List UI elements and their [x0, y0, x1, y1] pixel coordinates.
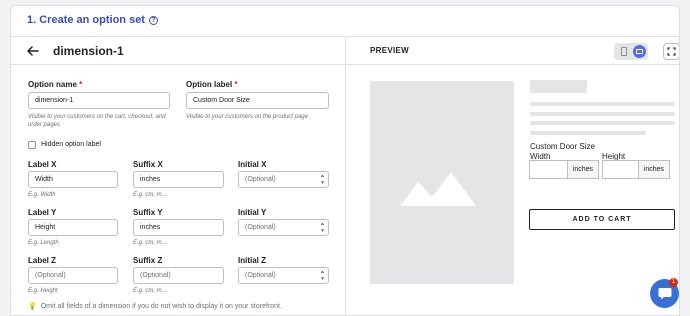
- hidden-label-checkbox[interactable]: [28, 141, 36, 149]
- expand-icon: [667, 47, 676, 56]
- initial-y-label: Initial Y: [238, 208, 267, 217]
- mobile-icon[interactable]: [621, 47, 627, 56]
- required-mark: *: [234, 80, 238, 89]
- caret-down-icon[interactable]: ▼: [318, 228, 327, 234]
- preview-height-suffix: inches: [637, 161, 669, 178]
- omit-tip: 💡 Omit all fields of a dimension if you …: [28, 302, 282, 311]
- caret-down-icon[interactable]: ▼: [318, 180, 327, 186]
- preview-width-input[interactable]: inches: [529, 160, 599, 179]
- editor-header: dimension-1: [11, 37, 345, 65]
- suffix-y-label: Suffix Y: [133, 208, 163, 217]
- initial-z-label: Initial Z: [238, 256, 266, 265]
- chat-badge: 1: [669, 278, 678, 287]
- initial-z-input[interactable]: (Optional) ▲ ▼: [238, 267, 329, 284]
- caret-up-icon[interactable]: ▲: [318, 221, 327, 227]
- suffix-x-label: Suffix X: [133, 160, 163, 169]
- lightbulb-icon: 💡: [28, 303, 37, 310]
- suffix-y-input[interactable]: inches: [133, 219, 224, 236]
- omit-tip-text: Omit all fields of a dimension if you do…: [40, 302, 282, 310]
- label-x-input[interactable]: Width: [28, 171, 118, 188]
- section-title-text: 1. Create an option set: [27, 14, 145, 26]
- label-z-label: Label Z: [28, 256, 57, 265]
- option-name-label-text: Option name: [28, 80, 77, 89]
- product-image-placeholder: [370, 81, 514, 284]
- add-to-cart-button[interactable]: ADD TO CART: [529, 209, 675, 230]
- initial-x-label: Initial X: [238, 160, 267, 169]
- hidden-label-text: Hidden option label: [41, 141, 101, 148]
- label-y-label: Label Y: [28, 208, 57, 217]
- suffix-x-input[interactable]: inches: [133, 171, 224, 188]
- initial-y-placeholder: (Optional): [245, 224, 276, 231]
- label-y-input[interactable]: Height: [28, 219, 118, 236]
- number-stepper[interactable]: ▲ ▼: [318, 269, 327, 282]
- option-label-label: Option label *: [186, 80, 238, 89]
- initial-x-placeholder: (Optional): [245, 176, 276, 183]
- initial-x-input[interactable]: (Optional) ▲ ▼: [238, 171, 329, 188]
- preview-width-suffix: inches: [566, 161, 598, 178]
- option-label-hint: Visible to your customers on the product…: [186, 114, 308, 120]
- label-x-label: Label X: [28, 160, 57, 169]
- option-label-input[interactable]: Custom Door Size: [186, 92, 329, 109]
- preview-title: PREVIEW: [370, 46, 409, 55]
- editor-panel: dimension-1 Option name * dimension-1 Vi…: [11, 37, 345, 315]
- text-skeleton: [530, 112, 675, 116]
- label-z-input[interactable]: (Optional): [28, 267, 118, 284]
- image-placeholder-icon: [400, 172, 476, 206]
- number-stepper[interactable]: ▲ ▼: [318, 221, 327, 234]
- text-skeleton: [530, 131, 646, 135]
- device-toggle[interactable]: [614, 43, 648, 60]
- suffix-x-hint: E.g. cm, m,...: [133, 192, 169, 198]
- chat-icon: [658, 288, 671, 300]
- preview-height-input[interactable]: inches: [602, 160, 670, 179]
- fullscreen-button[interactable]: [663, 43, 679, 60]
- option-set-card: 1. Create an option set ? dimension-1 Op…: [10, 5, 680, 316]
- label-z-hint: E.g. Height: [28, 288, 58, 294]
- preview-panel: PREVIEW Custom Door Size Width Height in…: [346, 37, 679, 315]
- text-skeleton: [530, 102, 675, 106]
- required-mark: *: [79, 80, 83, 89]
- desktop-button[interactable]: [633, 45, 646, 58]
- suffix-z-hint: E.g. cm, m,...: [133, 288, 169, 294]
- number-stepper[interactable]: ▲ ▼: [318, 173, 327, 186]
- suffix-z-label: Suffix Z: [133, 256, 163, 265]
- section-title: 1. Create an option set ?: [27, 14, 158, 26]
- option-label-label-text: Option label: [186, 80, 233, 89]
- initial-y-input[interactable]: (Optional) ▲ ▼: [238, 219, 329, 236]
- label-x-hint: E.g. Width: [28, 192, 56, 198]
- product-title-skeleton: [530, 80, 587, 93]
- caret-up-icon[interactable]: ▲: [318, 269, 327, 275]
- option-name-hint: Visible to your customers on the cart, c…: [28, 114, 166, 128]
- caret-down-icon[interactable]: ▼: [318, 276, 327, 282]
- option-name-input[interactable]: dimension-1: [28, 92, 170, 109]
- preview-option-title: Custom Door Size: [530, 142, 595, 151]
- initial-z-placeholder: (Optional): [245, 272, 276, 279]
- desktop-icon: [636, 49, 643, 54]
- caret-up-icon[interactable]: ▲: [318, 173, 327, 179]
- text-skeleton: [530, 121, 675, 125]
- arrow-left-icon[interactable]: [27, 44, 41, 58]
- label-y-hint: E.g. Length: [28, 240, 59, 246]
- suffix-z-input[interactable]: (Optional): [133, 267, 224, 284]
- dimension-title: dimension-1: [53, 43, 124, 58]
- suffix-y-hint: E.g. cm, m,...: [133, 240, 169, 246]
- option-name-label: Option name *: [28, 80, 82, 89]
- question-circle-icon[interactable]: ?: [148, 15, 158, 25]
